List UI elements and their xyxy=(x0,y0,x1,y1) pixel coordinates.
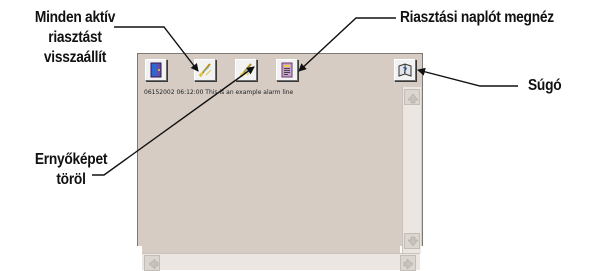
arrow-left-icon xyxy=(148,258,159,270)
clear-screen-leader xyxy=(92,66,255,176)
help-leader xyxy=(417,67,518,87)
callout-leader-lines xyxy=(92,17,518,176)
scroll-right-button[interactable] xyxy=(400,255,416,271)
scroll-left-button[interactable] xyxy=(144,255,160,271)
horizontal-scrollbar[interactable] xyxy=(142,253,420,271)
arrow-right-icon xyxy=(403,258,414,270)
reset-all-leader xyxy=(114,26,199,72)
view-log-leader xyxy=(298,17,396,72)
